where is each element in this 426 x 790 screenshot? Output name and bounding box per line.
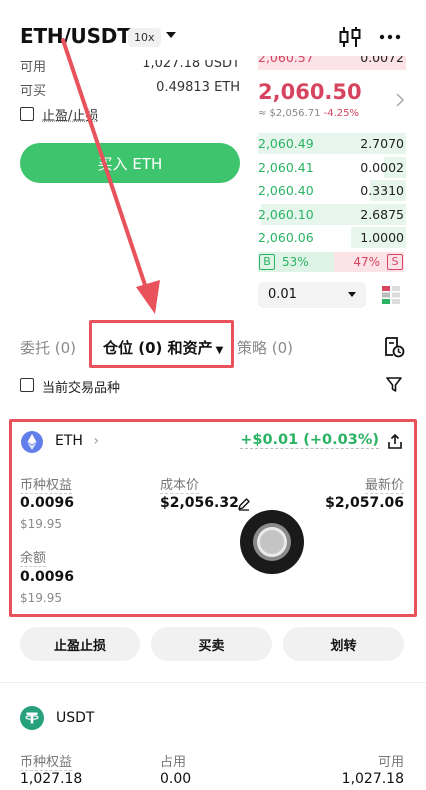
usdt-coin-icon xyxy=(20,706,44,730)
top-ask-qty: 0.0072 xyxy=(360,56,404,65)
leverage-badge: 10x xyxy=(128,28,161,47)
buy-pct: 53% xyxy=(282,255,309,269)
eth-balance-value: 0.0096 xyxy=(20,569,75,585)
eth-pnl: +$0.01 (+0.03%) xyxy=(240,432,379,449)
bid-row[interactable]: 2,060.40 0.3310 xyxy=(258,180,406,201)
usdt-equity-value: 1,027.18 xyxy=(20,771,83,787)
price-step-select[interactable]: 0.01 xyxy=(258,282,366,308)
bid-qty: 2.7070 xyxy=(360,136,404,151)
pair-title[interactable]: ETH/USDT xyxy=(20,24,131,48)
price-sub: ≈ $2,056.71 -4.25% xyxy=(258,108,359,119)
more-dots-icon[interactable] xyxy=(377,24,403,50)
usdt-avail-label: 可用 xyxy=(377,755,404,770)
change-pct: -4.25% xyxy=(323,108,360,119)
chevron-right-icon[interactable] xyxy=(395,93,405,107)
chevron-down-icon xyxy=(348,292,356,297)
eth-asset-name[interactable]: ETH › xyxy=(55,433,99,449)
top-ask-price: 2,060.57 xyxy=(258,56,314,65)
transfer-button[interactable]: 划转 xyxy=(283,627,404,661)
bid-price: 2,060.41 xyxy=(258,159,314,175)
bid-row[interactable]: 2,060.06 1.0000 xyxy=(258,227,406,248)
buy-button[interactable]: 买入 ETH xyxy=(20,143,240,183)
bid-price: 2,060.06 xyxy=(258,230,314,245)
pair-dropdown-chevron-icon[interactable] xyxy=(166,32,176,38)
eth-equity-label: 币种权益 xyxy=(20,474,73,494)
can-buy-value: 0.49813 ETH xyxy=(156,80,240,95)
tab-positions[interactable]: 仓位 (0) 和资产 ▼ xyxy=(103,337,223,358)
eth-coin-icon xyxy=(21,431,43,453)
buy-sell-ratio: B 53% 47% S xyxy=(258,252,404,272)
bid-price: 2,060.10 xyxy=(258,206,314,222)
eth-equity-value: 0.0096 xyxy=(20,495,75,511)
bid-price: 2,060.49 xyxy=(258,136,314,151)
tab-dropdown-icon: ▼ xyxy=(215,345,224,356)
usdt-asset-name[interactable]: USDT xyxy=(56,710,94,726)
eth-last-label: 最新价 xyxy=(364,474,404,494)
current-pair-label: 当前交易品种 xyxy=(42,381,121,396)
chevron-right-icon: › xyxy=(93,433,99,449)
bid-row[interactable]: 2,060.41 0.0002 xyxy=(258,156,406,178)
tab-orders[interactable]: 委托 (0) xyxy=(20,337,76,358)
floating-touch-button[interactable] xyxy=(240,510,304,574)
eth-cost-value: $2,056.32 xyxy=(160,495,239,511)
bid-price: 2,060.40 xyxy=(258,183,314,198)
sell-pct: 47% xyxy=(353,255,380,269)
available-label: 可用 xyxy=(20,60,47,75)
eth-balance-label: 余额 xyxy=(20,547,47,567)
candlestick-icon[interactable] xyxy=(337,24,363,50)
usdt-equity-label: 币种权益 xyxy=(20,751,73,771)
can-buy-label: 可买 xyxy=(20,84,47,99)
top-ask-row: 2,060.57 0.0072 xyxy=(258,56,406,70)
eth-cost-label: 成本价 xyxy=(160,474,200,494)
last-price: 2,060.50 xyxy=(258,80,362,104)
bid-row[interactable]: 2,060.49 2.7070 xyxy=(258,133,406,154)
eth-balance-usd: $19.95 xyxy=(20,591,62,605)
usdt-used-value: 0.00 xyxy=(160,771,192,787)
price-step-value: 0.01 xyxy=(268,287,297,302)
usdt-avail-value: 1,027.18 xyxy=(341,771,404,787)
eth-asset-label: ETH xyxy=(55,433,83,449)
tab-strategies[interactable]: 策略 (0) xyxy=(237,337,293,358)
eth-last-value: $2,057.06 xyxy=(325,495,404,511)
bid-qty: 1.0000 xyxy=(360,230,404,245)
trade-button[interactable]: 买卖 xyxy=(151,627,272,661)
bid-qty: 0.3310 xyxy=(360,183,404,198)
tpsl-button[interactable]: 止盈止损 xyxy=(20,627,140,661)
available-value: 1,027.18 USDT xyxy=(142,56,240,71)
section-divider xyxy=(0,682,426,683)
edit-pencil-icon[interactable] xyxy=(237,497,251,511)
bid-qty: 2.6875 xyxy=(360,206,404,222)
sell-tag: S xyxy=(387,254,403,270)
tab-positions-label: 仓位 (0) 和资产 xyxy=(103,339,213,357)
current-pair-checkbox[interactable] xyxy=(20,378,34,392)
tpsl-label[interactable]: 止盈/止损 xyxy=(42,105,98,124)
bid-row[interactable]: 2,060.10 2.6875 xyxy=(258,203,406,225)
orderbook-layout-icon[interactable] xyxy=(380,284,402,306)
filter-icon[interactable] xyxy=(385,376,403,394)
bid-qty: 0.0002 xyxy=(360,159,404,175)
history-icon[interactable] xyxy=(383,336,405,358)
share-icon[interactable] xyxy=(386,433,404,451)
buy-tag: B xyxy=(259,254,275,270)
usdt-used-label: 占用 xyxy=(160,755,187,770)
tpsl-checkbox[interactable] xyxy=(20,107,34,121)
eth-equity-usd: $19.95 xyxy=(20,517,62,531)
approx-usd: ≈ $2,056.71 xyxy=(258,108,321,119)
